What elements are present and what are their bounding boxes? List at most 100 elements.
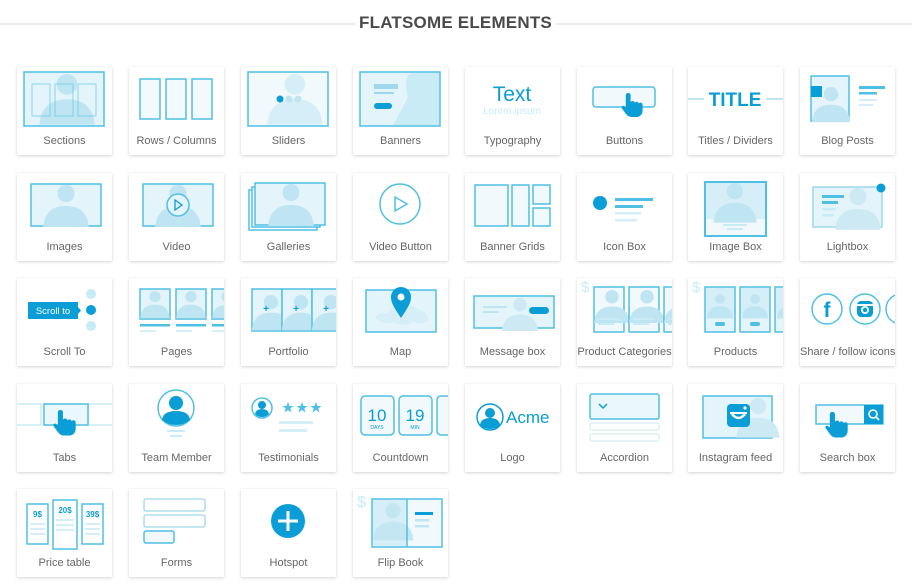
element-label: Lightbox <box>826 241 869 253</box>
element-card-lightbox[interactable]: Lightbox <box>800 173 895 261</box>
element-card-galleries[interactable]: Galleries <box>241 173 336 261</box>
element-label: Price table <box>38 557 91 569</box>
element-card-buttons[interactable]: Buttons <box>577 67 672 155</box>
icon-box-icon <box>577 173 672 237</box>
element-card-tabs[interactable]: Tabs <box>17 384 112 472</box>
element-card-images[interactable]: Images <box>17 173 112 261</box>
hotspot-icon <box>241 489 336 553</box>
element-card-share-follow-icons[interactable]: f Share / follow icons <box>800 278 895 366</box>
svg-text:TITLE: TITLE <box>709 90 762 111</box>
element-card-flip-book[interactable]: $ Flip Book <box>353 489 448 577</box>
element-label: Search box <box>819 452 876 464</box>
element-label: Flip Book <box>377 557 424 569</box>
svg-text:f: f <box>824 299 832 322</box>
header-divider-left <box>0 23 355 25</box>
element-label: Portfolio <box>268 346 309 358</box>
instagram-feed-icon <box>688 384 783 448</box>
element-label: Logo <box>500 452 525 464</box>
element-label: Instagram feed <box>698 452 773 464</box>
element-card-banners[interactable]: Banners <box>353 67 448 155</box>
price-table-icon: 9$ 20$ 39$ <box>17 489 112 553</box>
portfolio-icon: + + + <box>241 278 336 342</box>
testimonials-icon <box>241 384 336 448</box>
element-label: Icon Box <box>603 241 646 253</box>
element-card-blog-posts[interactable]: Blog Posts <box>800 67 895 155</box>
logo-icon: Acme <box>465 384 560 448</box>
element-card-forms[interactable]: Forms <box>129 489 224 577</box>
element-card-banner-grids[interactable]: Banner Grids <box>465 173 560 261</box>
galleries-icon <box>241 173 336 237</box>
element-label: Map <box>389 346 412 358</box>
element-card-portfolio[interactable]: + + + Portfolio <box>241 278 336 366</box>
element-card-testimonials[interactable]: Testimonials <box>241 384 336 472</box>
banner-grids-icon <box>465 173 560 237</box>
sections-icon <box>17 67 112 131</box>
svg-text:19: 19 <box>406 406 425 425</box>
element-card-instagram-feed[interactable]: Instagram feed <box>688 384 783 472</box>
element-card-map[interactable]: Map <box>353 278 448 366</box>
element-card-message-box[interactable]: Message box <box>465 278 560 366</box>
svg-text:+: + <box>323 304 329 315</box>
product-categories-icon: $ <box>577 278 672 342</box>
buttons-icon <box>577 67 672 131</box>
countdown-icon: 10 DAYS 19 MIN <box>353 384 448 448</box>
element-card-countdown[interactable]: 10 DAYS 19 MIN Countdown <box>353 384 448 472</box>
element-label: Images <box>46 241 83 253</box>
element-card-scroll-to[interactable]: Scroll to Scroll To <box>17 278 112 366</box>
element-card-typography[interactable]: Text Lorem ipsum Typography <box>465 67 560 155</box>
element-card-hotspot[interactable]: Hotspot <box>241 489 336 577</box>
element-card-titles-dividers[interactable]: TITLE Titles / Dividers <box>688 67 783 155</box>
element-card-accordion[interactable]: Accordion <box>577 384 672 472</box>
element-label: Pages <box>160 346 193 358</box>
header-divider-right <box>556 23 912 25</box>
element-card-icon-box[interactable]: Icon Box <box>577 173 672 261</box>
svg-text:+: + <box>293 304 299 315</box>
element-label: Accordion <box>600 452 649 464</box>
element-label: Sliders <box>271 135 306 147</box>
svg-text:39$: 39$ <box>86 510 100 519</box>
element-card-sliders[interactable]: Sliders <box>241 67 336 155</box>
video-button-icon <box>353 173 448 237</box>
element-label: Video Button <box>369 241 432 253</box>
svg-text:+: + <box>263 304 269 315</box>
image-box-icon <box>688 173 783 237</box>
accordion-icon <box>577 384 672 448</box>
element-label: Testimonials <box>258 452 319 464</box>
element-label: Countdown <box>372 452 429 464</box>
element-card-video[interactable]: Video <box>129 173 224 261</box>
element-card-search-box[interactable]: Search box <box>800 384 895 472</box>
element-label: Video <box>162 241 191 253</box>
element-card-products[interactable]: $ Products <box>688 278 783 366</box>
element-card-pages[interactable]: Pages <box>129 278 224 366</box>
element-label: Banners <box>380 135 421 147</box>
images-icon <box>17 173 112 237</box>
svg-text:Acme: Acme <box>506 408 549 427</box>
titles-dividers-icon: TITLE <box>688 67 783 131</box>
element-card-rows-columns[interactable]: Rows / Columns <box>129 67 224 155</box>
video-icon <box>129 173 224 237</box>
element-label: Typography <box>483 135 542 147</box>
element-card-product-categories[interactable]: $ Product Categories <box>577 278 672 366</box>
element-card-sections[interactable]: Sections <box>17 67 112 155</box>
element-card-team-member[interactable]: Team Member <box>129 384 224 472</box>
element-card-price-table[interactable]: 9$ 20$ 39$ Price table <box>17 489 112 577</box>
element-card-image-box[interactable]: Image Box <box>688 173 783 261</box>
svg-text:$: $ <box>357 494 366 511</box>
products-icon: $ <box>688 278 783 342</box>
svg-text:9$: 9$ <box>33 510 42 519</box>
message-box-icon <box>465 278 560 342</box>
element-card-video-button[interactable]: Video Button <box>353 173 448 261</box>
element-label: Tabs <box>52 452 77 464</box>
sliders-icon <box>241 67 336 131</box>
element-label: Team Member <box>141 452 212 464</box>
rows-columns-icon <box>129 67 224 131</box>
element-label: Forms <box>160 557 193 569</box>
blog-posts-icon <box>800 67 895 131</box>
element-label: Product Categories <box>577 346 672 358</box>
pages-icon <box>129 278 224 342</box>
element-card-logo[interactable]: Acme Logo <box>465 384 560 472</box>
element-label: Products <box>713 346 758 358</box>
typography-sample-text: Text <box>493 83 532 106</box>
forms-icon <box>129 489 224 553</box>
element-label: Blog Posts <box>821 135 874 147</box>
